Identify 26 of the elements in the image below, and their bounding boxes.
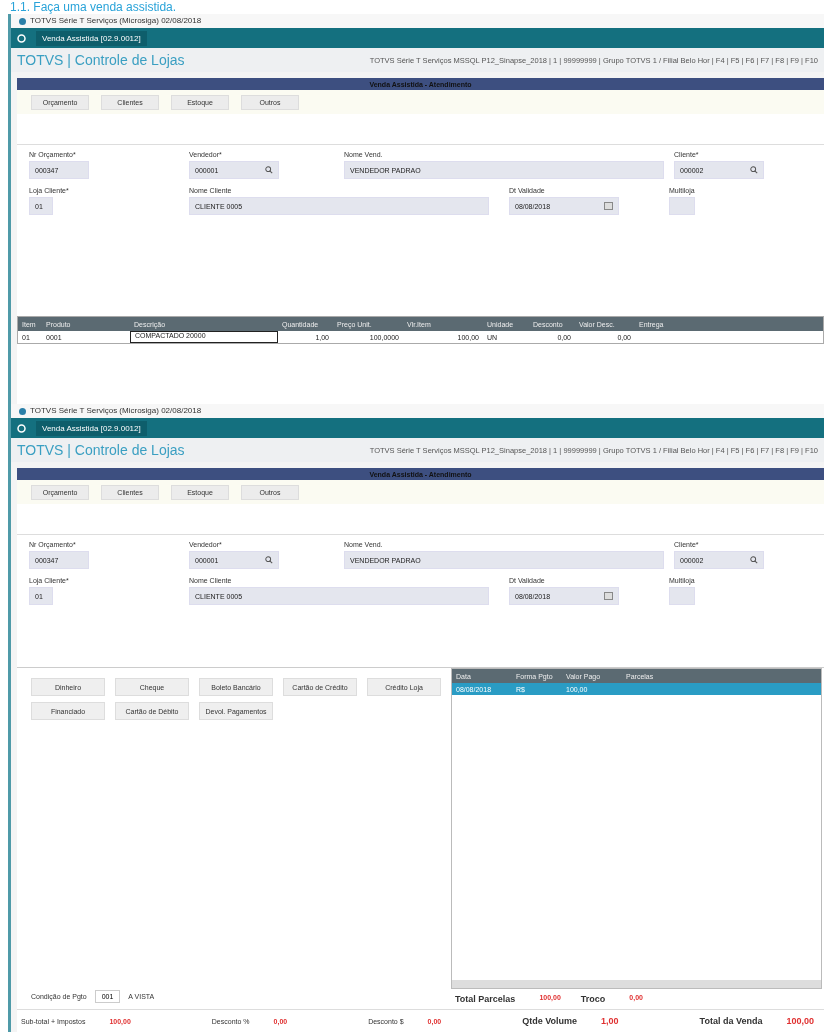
calendar-icon[interactable]: [604, 592, 613, 600]
input-field[interactable]: [669, 587, 695, 605]
total-value: 1,00: [601, 1016, 619, 1026]
window-title: TOTVS Série T Serviços (Microsiga) 02/08/2018: [30, 15, 202, 27]
app-icon: [19, 17, 26, 25]
total-label: Qtde Volume: [522, 1016, 578, 1026]
search-icon[interactable]: [750, 556, 758, 564]
search-icon[interactable]: [750, 166, 758, 174]
horizontal-scrollbar[interactable]: [452, 980, 821, 988]
window-title: TOTVS Série T Serviços (Microsiga) 02/08/2018: [30, 405, 202, 417]
input-field[interactable]: [669, 197, 695, 215]
app-title: TOTVS | Controle de Lojas: [17, 52, 185, 68]
total-label: Total da Venda: [699, 1016, 763, 1026]
total-value: 100,00: [786, 1016, 814, 1026]
app-title: TOTVS | Controle de Lojas: [17, 442, 185, 458]
gear-icon[interactable]: [17, 423, 26, 433]
search-icon[interactable]: [265, 166, 273, 174]
module-tab[interactable]: Venda Assistida [02.9.0012]: [36, 420, 147, 436]
search-icon[interactable]: [265, 556, 273, 564]
module-tab[interactable]: Venda Assistida [02.9.0012]: [36, 30, 147, 46]
app-icon: [19, 407, 26, 415]
gear-icon[interactable]: [17, 33, 26, 43]
total-label: Troco: [580, 994, 606, 1004]
calendar-icon[interactable]: [604, 202, 613, 210]
total-label: Total Parcelas: [455, 994, 516, 1004]
caption: 1.1. Faça uma venda assistida.: [9, 0, 178, 14]
